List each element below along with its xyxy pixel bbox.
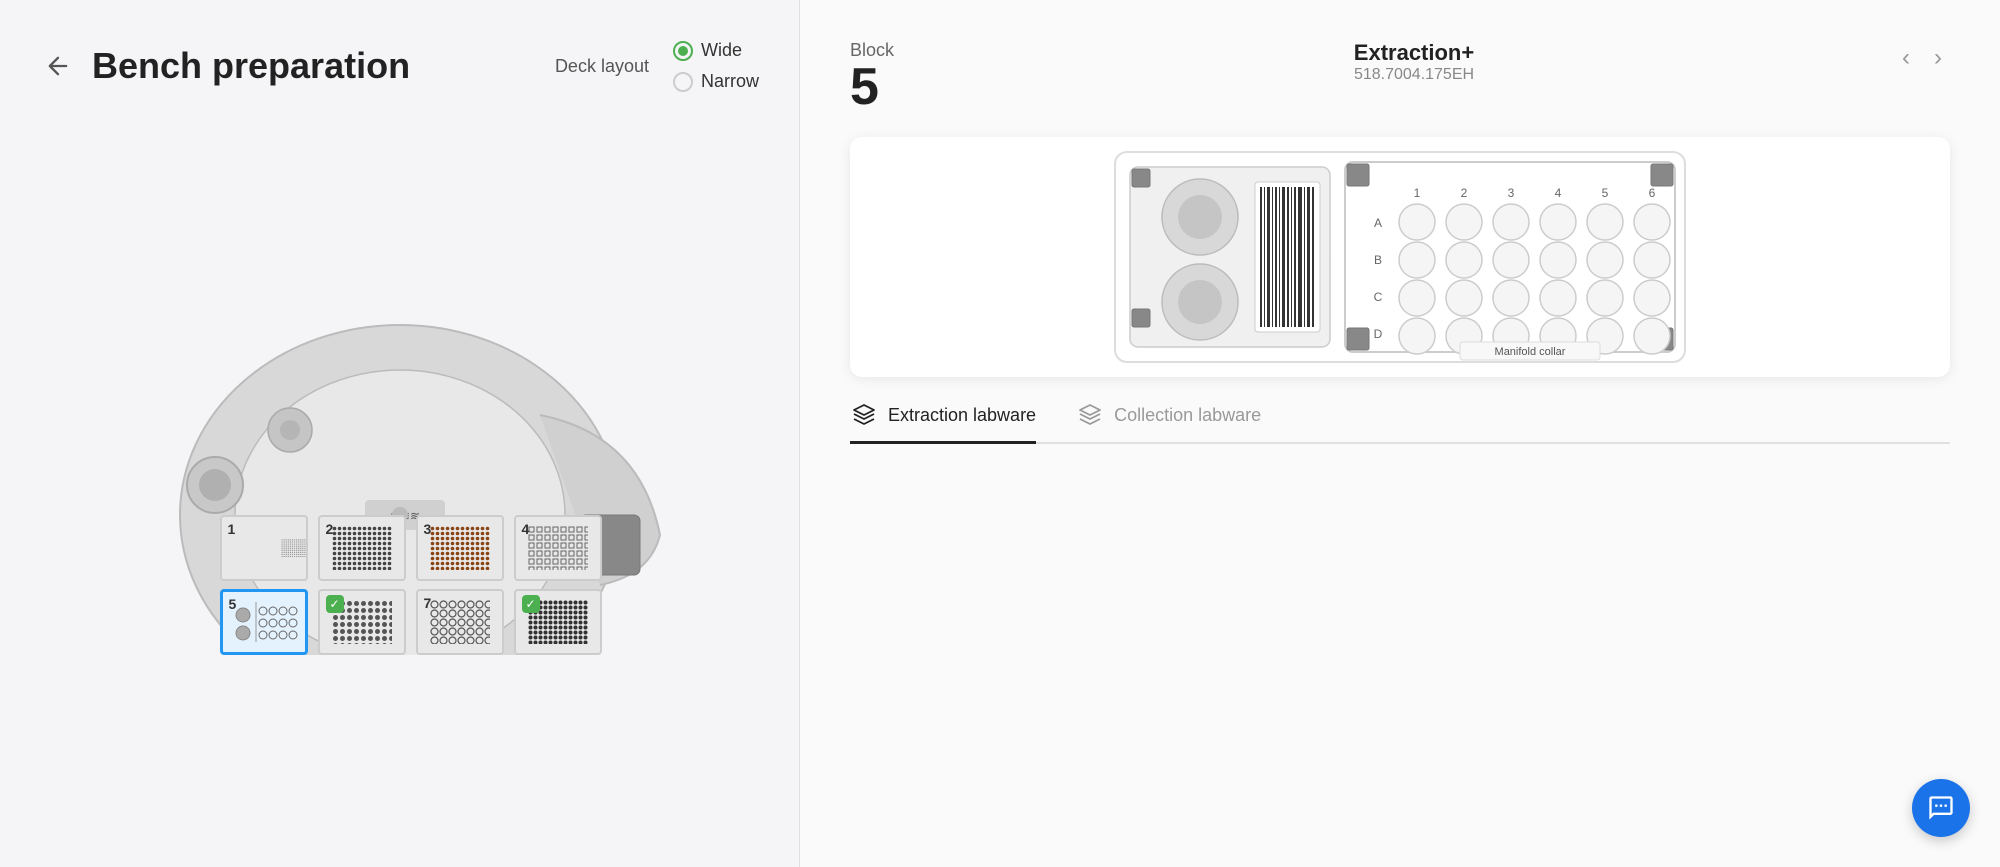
slot-2[interactable]: 2 [318,515,406,581]
svg-text:6: 6 [1649,186,1656,200]
labware-image-container: 518.7004.175EH 1 2 3 4 5 6 A B C D [850,137,1950,377]
radio-narrow-circle [673,72,693,92]
radio-wide-circle [673,41,693,61]
block-number-section: Block 5 [850,40,894,113]
svg-text:2: 2 [1461,186,1468,200]
slot-5[interactable]: 5 [220,589,308,655]
slot-4-pattern [528,526,588,570]
tab-collection[interactable]: Collection labware [1076,401,1261,444]
slot-1[interactable]: 1 // Will be rendered via template appro… [220,515,308,581]
deck-layout-label: Deck layout [555,56,649,77]
tabs: Extraction labware Collection labware [850,401,1950,444]
slot-7-pattern [430,600,490,644]
block-number: 5 [850,61,894,113]
slot-2-number: 2 [326,521,334,537]
nav-arrows: ‹ › [1894,40,1950,76]
slot-8-check [522,595,540,613]
nav-next-button[interactable]: › [1926,40,1950,76]
slot-6[interactable] [318,589,406,655]
tab-extraction[interactable]: Extraction labware [850,401,1036,444]
left-panel: Bench preparation Deck layout Wide Narro… [0,0,800,867]
deck-visual: ≋≋≋ 1 // Will be rendered via template a… [40,122,759,847]
right-panel: Block 5 Extraction+ 518.7004.175EH ‹ › [800,0,2000,867]
svg-text:Manifold collar: Manifold collar [1495,346,1566,358]
radio-wide-label: Wide [701,40,742,61]
page-title: Bench preparation [92,45,410,87]
slot-7[interactable]: 7 [416,589,504,655]
slot-3-number: 3 [424,521,432,537]
slot-2-pattern [332,526,392,570]
slot-1-number: 1 [228,521,236,537]
slots-grid: 1 // Will be rendered via template appro… [220,515,604,655]
deck-layout-controls: Deck layout Wide Narrow [555,40,759,92]
labware-image: 518.7004.175EH 1 2 3 4 5 6 A B C D [1110,147,1690,367]
block-name: Extraction+ [934,40,1894,66]
block-sku: 518.7004.175EH [934,66,1894,84]
slot-3[interactable]: 3 [416,515,504,581]
collection-layers-icon [1076,401,1104,429]
slot-5-number: 5 [229,596,237,612]
svg-text:1: 1 [1414,186,1421,200]
chat-icon [1927,794,1955,822]
svg-text:5: 5 [1602,186,1609,200]
robot-arm-container: ≋≋≋ 1 // Will be rendered via template a… [120,315,680,655]
chat-button[interactable] [1912,779,1970,837]
svg-text:C: C [1374,290,1383,304]
extraction-layers-icon [850,401,878,429]
slot-1-pattern [281,526,306,570]
radio-narrow-label: Narrow [701,71,759,92]
tab-collection-label: Collection labware [1114,405,1261,426]
slot-3-pattern [430,526,490,570]
slot-8[interactable] [514,589,602,655]
tab-extraction-label: Extraction labware [888,405,1036,426]
radio-group: Wide Narrow [673,40,759,92]
header: Bench preparation Deck layout Wide Narro… [40,40,759,92]
slot-4[interactable]: 4 [514,515,602,581]
nav-prev-button[interactable]: ‹ [1894,40,1918,76]
svg-text:A: A [1374,216,1382,230]
slot-7-number: 7 [424,595,432,611]
svg-text:3: 3 [1508,186,1515,200]
block-info: Extraction+ 518.7004.175EH [934,40,1894,84]
slot-6-check [326,595,344,613]
back-button[interactable] [40,48,76,84]
svg-text:B: B [1374,253,1382,267]
block-header: Block 5 Extraction+ 518.7004.175EH ‹ › [850,40,1950,113]
radio-option-wide[interactable]: Wide [673,40,759,61]
svg-text:4: 4 [1555,186,1562,200]
slot-4-number: 4 [522,521,530,537]
svg-text:D: D [1374,327,1383,341]
radio-option-narrow[interactable]: Narrow [673,71,759,92]
slot-5-pattern [229,597,299,647]
